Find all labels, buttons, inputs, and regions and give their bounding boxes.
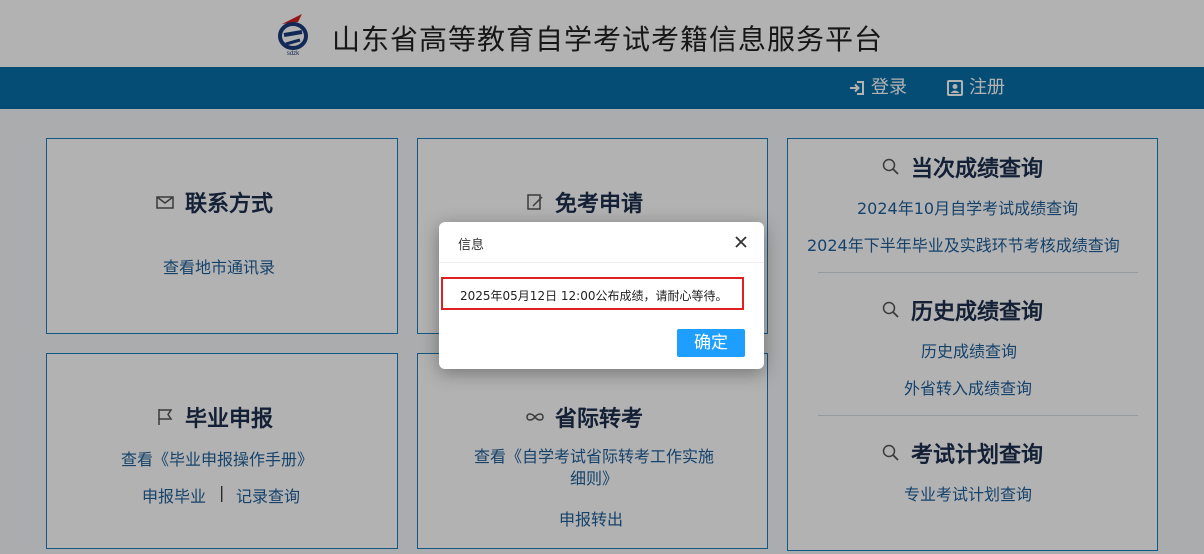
dialog-title: 信息	[458, 238, 485, 253]
dialog-message-box: 2025年05月12日 12:00公布成绩，请耐心等待。	[441, 277, 744, 310]
info-dialog: 信息 2025年05月12日 12:00公布成绩，请耐心等待。 确定	[439, 222, 764, 369]
close-icon[interactable]	[733, 234, 749, 250]
dialog-message: 2025年05月12日 12:00公布成绩，请耐心等待。	[460, 289, 728, 303]
ok-button[interactable]: 确定	[677, 329, 745, 357]
dialog-header: 信息	[439, 222, 764, 263]
